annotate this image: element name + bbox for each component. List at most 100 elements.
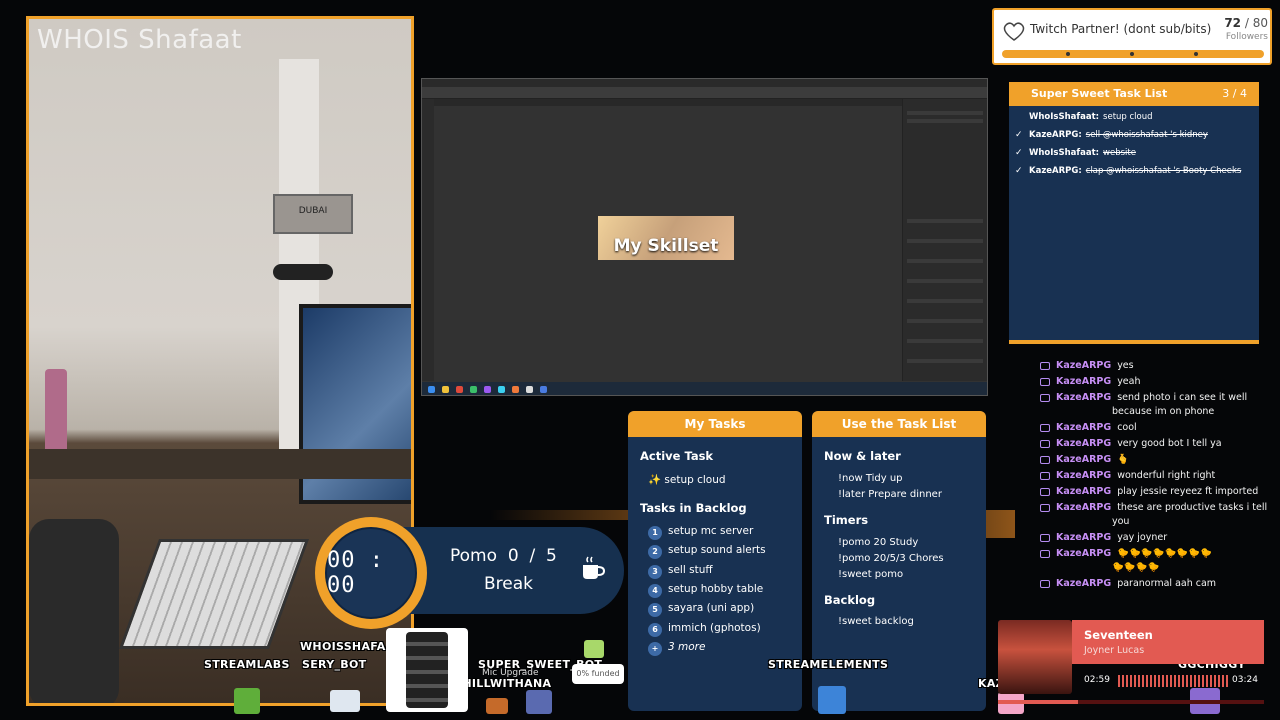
chat-message: KazeARPG 🐤🐤🐤🐤🐤🐤🐤🐤 🐤🐤🐤🐤 [1040, 546, 1275, 576]
overlay-name-streamlabs: STREAMLABS [204, 658, 290, 671]
command-sweet-backlog: !sweet backlog [838, 616, 914, 627]
chat-text: yes [1117, 360, 1134, 371]
chat-message: KazeARPG wonderful right right [1040, 468, 1275, 484]
chat-badge-icon [1040, 534, 1050, 542]
song-length: 03:24 [1232, 675, 1258, 685]
chat-badge-icon [1040, 456, 1050, 464]
chat-message: KazeARPG yeah [1040, 374, 1275, 390]
chat-feed: KazeARPG yes KazeARPG yeah KazeARPG send phot… [1040, 358, 1275, 608]
coffee-cup-icon [583, 556, 606, 579]
goal-funded: 0% funded [572, 664, 624, 684]
now-playing-widget: Seventeen Joyner Lucas 02:59 03:24 [998, 620, 1270, 712]
chat-message: KazeARPG these are productive tasks i tel… [1040, 500, 1275, 530]
chat-badge-icon [1040, 424, 1050, 432]
chat-username: KazeARPG [1056, 578, 1112, 589]
task-list-item: ✓ KazeARPG: clap @whoisshafaat 's Booty Ch… [1015, 166, 1255, 182]
photoshop-options-bar[interactable] [422, 87, 987, 99]
backlog-number: + [648, 641, 662, 656]
task-user: KazeARPG: [1029, 166, 1082, 176]
chat-badge-icon [1040, 362, 1050, 370]
checkmark-icon: ✓ [1015, 130, 1023, 140]
chat-username: KazeARPG [1056, 360, 1112, 371]
follower-goal-card: Twitch Partner! (dont sub/bits) 72 / 80 … [992, 8, 1272, 65]
chat-text: paranormal aah cam [1117, 578, 1217, 589]
song-title: Seventeen [1084, 628, 1153, 642]
photoshop-document-tab[interactable] [434, 99, 904, 106]
chat-text: 🐤🐤🐤🐤🐤🐤🐤🐤 [1117, 548, 1212, 559]
pomo-state: Break [484, 574, 533, 594]
song-elapsed: 02:59 [1084, 675, 1110, 685]
webcam-microphone [273, 264, 333, 280]
chat-username: KazeARPG [1056, 486, 1112, 497]
task-user: WhoIsShafaat: [1029, 148, 1100, 158]
pomo-counter: Pomo 0 / 5 [450, 546, 557, 566]
chat-text: cool [1117, 422, 1137, 433]
task-text: sell @whoisshafaat 's kidney [1085, 130, 1208, 140]
task-list-item: ✓ KazeARPG: sell @whoisshafaat 's kidney [1015, 130, 1255, 146]
command-later: !later Prepare dinner [838, 489, 942, 500]
chat-username: KazeARPG [1056, 376, 1112, 387]
now-later-heading: Now & later [824, 449, 901, 463]
overlay-gift-box [386, 628, 468, 712]
song-artist: Joyner Lucas [1084, 645, 1145, 656]
backlog-number: 2 [648, 545, 662, 560]
photoshop-layers-panel[interactable] [902, 99, 987, 381]
overlay-name-sery-bot: SERY_BOT [302, 658, 367, 671]
chat-message: KazeARPG cool [1040, 420, 1275, 436]
chat-username: KazeARPG [1056, 532, 1112, 543]
sign-text: DUBAI [298, 206, 328, 216]
active-task-heading: Active Task [640, 449, 714, 463]
chat-username: KazeARPG [1056, 548, 1112, 559]
photoshop-menubar[interactable] [422, 79, 987, 87]
backlog-number: 5 [648, 603, 662, 618]
webcam-title: WHOIS Shafaat [37, 25, 242, 55]
chat-badge-icon [1040, 472, 1050, 480]
goal-mic-upgrade: Mic Upgrade [482, 668, 539, 678]
chat-badge-icon [1040, 550, 1050, 558]
sprite-super-sweet-bot [526, 690, 552, 714]
checkmark-icon: ✓ [1015, 148, 1023, 158]
sprite-streamelements [818, 686, 846, 714]
backlog-item: setup hobby table [668, 582, 764, 595]
chat-text: wonderful right right [1117, 470, 1216, 481]
album-art [998, 620, 1072, 694]
sprite-sery-bot [330, 690, 360, 712]
webcam-desk [29, 449, 411, 479]
windows-taskbar[interactable] [422, 382, 987, 395]
song-progress [998, 700, 1264, 704]
chat-badge-icon [1040, 580, 1050, 588]
audio-waveform [1118, 675, 1228, 687]
follower-goal-count: 72 / 80 [1224, 16, 1268, 30]
sprite-streamlabs [234, 688, 260, 714]
backlog-item: sell stuff [668, 563, 713, 576]
active-task: ✨ setup cloud [648, 474, 726, 486]
chat-badge-icon [1040, 488, 1050, 496]
chat-badge-icon [1040, 440, 1050, 448]
chat-text: send photo i can see it well [1117, 392, 1248, 403]
chat-message: KazeARPG play jessie reyeez ft imported [1040, 484, 1275, 500]
chat-username: KazeARPG [1056, 502, 1112, 513]
follower-goal-label: Followers [1225, 32, 1268, 42]
task-user: KazeARPG: [1029, 130, 1082, 140]
backlog-help-heading: Backlog [824, 593, 876, 607]
photoshop-window[interactable]: My Skillset [421, 78, 988, 396]
backlog-item: setup mc server [668, 525, 754, 537]
chat-message: KazeARPG paranormal aah cam [1040, 576, 1275, 592]
follower-goal-title: Twitch Partner! (dont sub/bits) [1030, 22, 1212, 36]
photoshop-canvas[interactable]: My Skillset [598, 216, 734, 260]
chat-text-continued: you [1112, 516, 1130, 527]
command-now: !now Tidy up [838, 473, 903, 484]
sprite-goal [584, 640, 604, 658]
task-list-title: Super Sweet Task List [1031, 87, 1168, 100]
task-list-count: 3 / 4 [1222, 87, 1247, 100]
chat-username: KazeARPG [1056, 454, 1112, 465]
chat-message: KazeARPG 🫰 [1040, 452, 1275, 468]
now-playing-box [1072, 620, 1264, 664]
chat-message: KazeARPG yes [1040, 358, 1275, 374]
task-list-header: Super Sweet Task List 3 / 4 [1009, 82, 1259, 106]
task-list-item: ✓ WhoIsShafaat: website [1015, 148, 1255, 164]
my-tasks-title: My Tasks [628, 411, 802, 437]
overlay-name-chillwithana: CHILLWITHANA [454, 677, 552, 690]
chat-text: yeah [1117, 376, 1141, 387]
photoshop-toolbox[interactable] [422, 99, 434, 381]
